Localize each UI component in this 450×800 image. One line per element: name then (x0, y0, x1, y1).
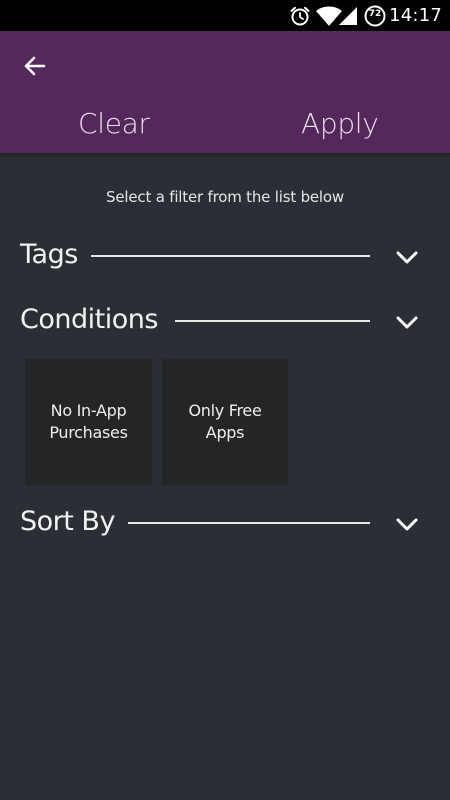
status-time: 14:17 (389, 5, 442, 26)
clear-button[interactable]: Clear (78, 107, 150, 140)
section-sort-by[interactable]: Sort By (0, 502, 450, 546)
status-bar: 72 14:17 (0, 0, 450, 31)
filter-no-in-app-purchases[interactable]: No In-App Purchases (25, 359, 152, 485)
divider (91, 255, 370, 257)
section-conditions[interactable]: Conditions (0, 300, 450, 344)
apply-button[interactable]: Apply (301, 107, 379, 140)
battery-level: 72 (368, 9, 382, 19)
signal-icon (339, 7, 357, 25)
back-button[interactable] (18, 49, 52, 83)
arrow-left-icon (24, 56, 46, 76)
filter-option-label: No In-App Purchases (49, 401, 128, 442)
divider (128, 522, 370, 524)
section-title-conditions: Conditions (20, 304, 158, 335)
toolbar (0, 31, 450, 153)
chevron-down-icon (396, 251, 418, 264)
section-title-tags: Tags (20, 239, 78, 270)
divider (175, 320, 370, 322)
alarm-icon (290, 6, 310, 26)
chevron-down-icon (396, 518, 418, 531)
filter-only-free-apps[interactable]: Only Free Apps (162, 359, 288, 485)
filter-hint: Select a filter from the list below (106, 188, 344, 206)
chevron-down-icon (396, 316, 418, 329)
toolbar-shadow (0, 153, 450, 157)
filter-option-label: Only Free Apps (188, 401, 262, 442)
section-tags[interactable]: Tags (0, 235, 450, 279)
section-title-sort-by: Sort By (20, 506, 115, 537)
